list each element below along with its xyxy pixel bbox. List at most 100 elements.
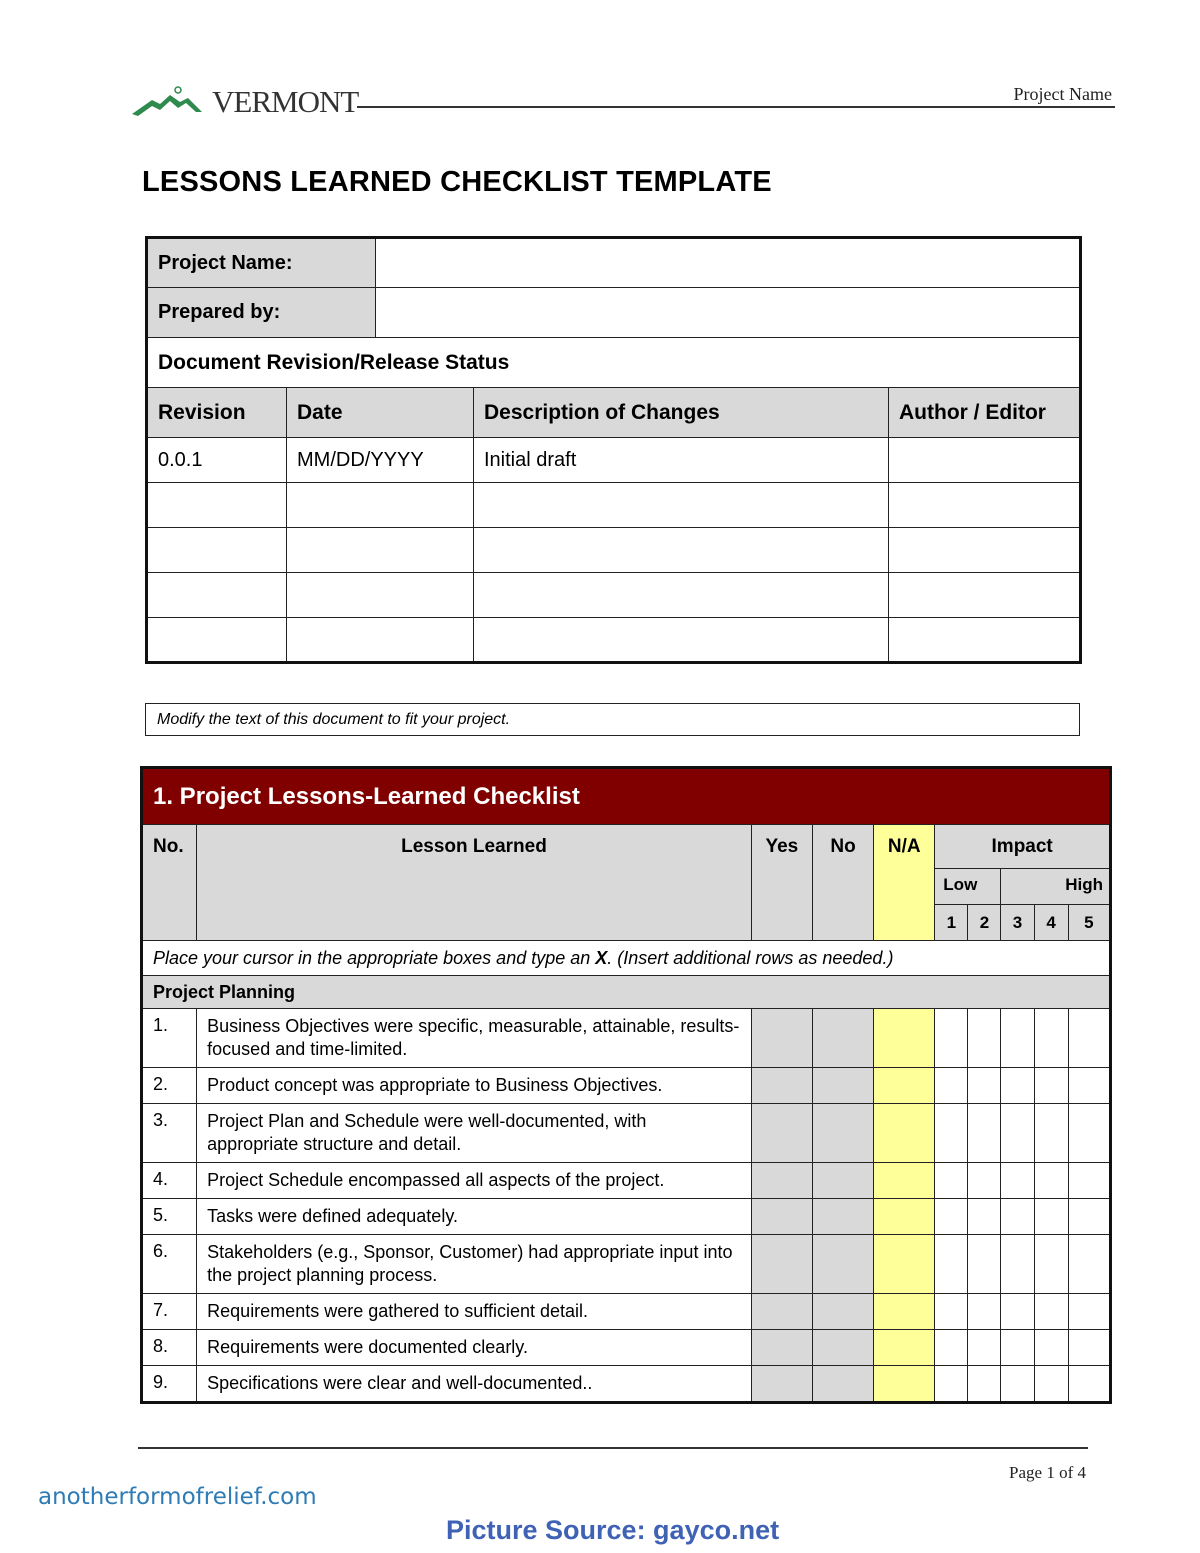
item-impact-4-cell[interactable]: [1033, 1365, 1069, 1403]
item-yes-cell[interactable]: [750, 1162, 813, 1199]
item-impact-4-cell[interactable]: [1033, 1234, 1069, 1294]
revision-cell[interactable]: 0.0.1: [146, 437, 287, 483]
item-impact-3-cell[interactable]: [1000, 1329, 1035, 1366]
item-impact-4-cell[interactable]: [1033, 1103, 1069, 1163]
item-impact-1-cell[interactable]: [934, 1234, 969, 1294]
item-yes-cell[interactable]: [750, 1329, 813, 1366]
item-no-cell[interactable]: [811, 1293, 875, 1330]
author-cell[interactable]: [887, 617, 1082, 663]
item-impact-1-cell[interactable]: [934, 1329, 969, 1366]
item-na-cell[interactable]: [873, 1162, 936, 1199]
item-yes-cell[interactable]: [750, 1234, 813, 1294]
item-no-cell[interactable]: [811, 1008, 875, 1068]
item-na-cell[interactable]: [873, 1365, 936, 1403]
revision-cell[interactable]: [146, 572, 287, 618]
item-impact-3-cell[interactable]: [1000, 1067, 1035, 1104]
item-impact-4-cell[interactable]: [1033, 1162, 1069, 1199]
item-impact-3-cell[interactable]: [1000, 1103, 1035, 1163]
item-impact-2-cell[interactable]: [967, 1329, 1002, 1366]
description-cell[interactable]: Initial draft: [473, 437, 889, 483]
checklist-item-row: 2. Product concept was appropriate to Bus…: [140, 1067, 1112, 1104]
item-na-cell[interactable]: [873, 1103, 936, 1163]
checklist-section-title: 1. Project Lessons-Learned Checklist: [141, 767, 1111, 825]
item-impact-2-cell[interactable]: [967, 1162, 1002, 1199]
date-cell[interactable]: [286, 617, 474, 663]
item-impact-4-cell[interactable]: [1033, 1067, 1069, 1104]
item-impact-5-cell[interactable]: [1067, 1293, 1112, 1330]
item-impact-5-cell[interactable]: [1067, 1198, 1112, 1235]
item-impact-5-cell[interactable]: [1067, 1008, 1112, 1068]
item-impact-4-cell[interactable]: [1033, 1198, 1069, 1235]
item-impact-2-cell[interactable]: [967, 1067, 1002, 1104]
item-na-cell[interactable]: [873, 1329, 936, 1366]
item-impact-3-cell[interactable]: [1000, 1234, 1035, 1294]
author-cell[interactable]: [887, 527, 1082, 573]
item-impact-3-cell[interactable]: [1000, 1198, 1035, 1235]
description-cell[interactable]: [473, 617, 889, 663]
item-impact-1-cell[interactable]: [934, 1008, 969, 1068]
item-impact-3-cell[interactable]: [1000, 1008, 1035, 1068]
item-no-cell[interactable]: [811, 1067, 875, 1104]
author-cell[interactable]: [887, 437, 1082, 483]
item-yes-cell[interactable]: [750, 1067, 813, 1104]
item-yes-cell[interactable]: [750, 1293, 813, 1330]
item-impact-1-cell[interactable]: [934, 1365, 969, 1403]
item-impact-5-cell[interactable]: [1067, 1365, 1112, 1403]
item-impact-1-cell[interactable]: [934, 1293, 969, 1330]
item-yes-cell[interactable]: [750, 1365, 813, 1403]
description-cell[interactable]: [473, 527, 889, 573]
item-no-cell[interactable]: [811, 1198, 875, 1235]
revision-cell[interactable]: [146, 617, 287, 663]
item-impact-4-cell[interactable]: [1033, 1293, 1069, 1330]
item-impact-4-cell[interactable]: [1033, 1329, 1069, 1366]
document-title: LESSONS LEARNED CHECKLIST TEMPLATE: [142, 166, 772, 198]
item-yes-cell[interactable]: [750, 1198, 813, 1235]
date-cell[interactable]: MM/DD/YYYY: [286, 437, 474, 483]
date-cell[interactable]: [286, 572, 474, 618]
item-yes-cell[interactable]: [750, 1103, 813, 1163]
item-impact-5-cell[interactable]: [1067, 1329, 1112, 1366]
revision-cell[interactable]: [146, 482, 287, 528]
prepared-by-field[interactable]: [374, 287, 1082, 338]
item-impact-3-cell[interactable]: [1000, 1293, 1035, 1330]
description-cell[interactable]: [473, 572, 889, 618]
item-impact-2-cell[interactable]: [967, 1234, 1002, 1294]
item-impact-1-cell[interactable]: [934, 1198, 969, 1235]
date-cell[interactable]: [286, 482, 474, 528]
item-na-cell[interactable]: [873, 1008, 936, 1068]
item-impact-3-cell[interactable]: [1000, 1162, 1035, 1199]
item-na-cell[interactable]: [873, 1293, 936, 1330]
item-no-cell[interactable]: [811, 1365, 875, 1403]
item-no-cell[interactable]: [811, 1329, 875, 1366]
author-cell[interactable]: [887, 482, 1082, 528]
item-impact-2-cell[interactable]: [967, 1008, 1002, 1068]
item-impact-1-cell[interactable]: [934, 1067, 969, 1104]
instructions-row: Place your cursor in the appropriate box…: [141, 940, 1111, 976]
item-impact-1-cell[interactable]: [934, 1103, 969, 1163]
item-na-cell[interactable]: [873, 1067, 936, 1104]
item-impact-2-cell[interactable]: [967, 1365, 1002, 1403]
item-impact-3-cell[interactable]: [1000, 1365, 1035, 1403]
author-cell[interactable]: [887, 572, 1082, 618]
date-cell[interactable]: [286, 527, 474, 573]
item-impact-5-cell[interactable]: [1067, 1162, 1112, 1199]
item-no-cell[interactable]: [811, 1234, 875, 1294]
description-cell[interactable]: [473, 482, 889, 528]
item-impact-5-cell[interactable]: [1067, 1103, 1112, 1163]
item-no-cell[interactable]: [811, 1103, 875, 1163]
item-na-cell[interactable]: [873, 1234, 936, 1294]
item-impact-2-cell[interactable]: [967, 1198, 1002, 1235]
item-impact-5-cell[interactable]: [1067, 1067, 1112, 1104]
item-impact-1-cell[interactable]: [934, 1162, 969, 1199]
item-na-cell[interactable]: [873, 1198, 936, 1235]
item-no-cell[interactable]: [811, 1162, 875, 1199]
item-impact-5-cell[interactable]: [1067, 1234, 1112, 1294]
item-impact-4-cell[interactable]: [1033, 1008, 1069, 1068]
revision-cell[interactable]: [146, 527, 287, 573]
item-lesson-text: Project Plan and Schedule were well-docu…: [196, 1103, 752, 1163]
col-author: Author / Editor: [887, 387, 1082, 438]
item-impact-2-cell[interactable]: [967, 1103, 1002, 1163]
item-yes-cell[interactable]: [750, 1008, 813, 1068]
project-name-field[interactable]: [374, 237, 1082, 288]
item-impact-2-cell[interactable]: [967, 1293, 1002, 1330]
